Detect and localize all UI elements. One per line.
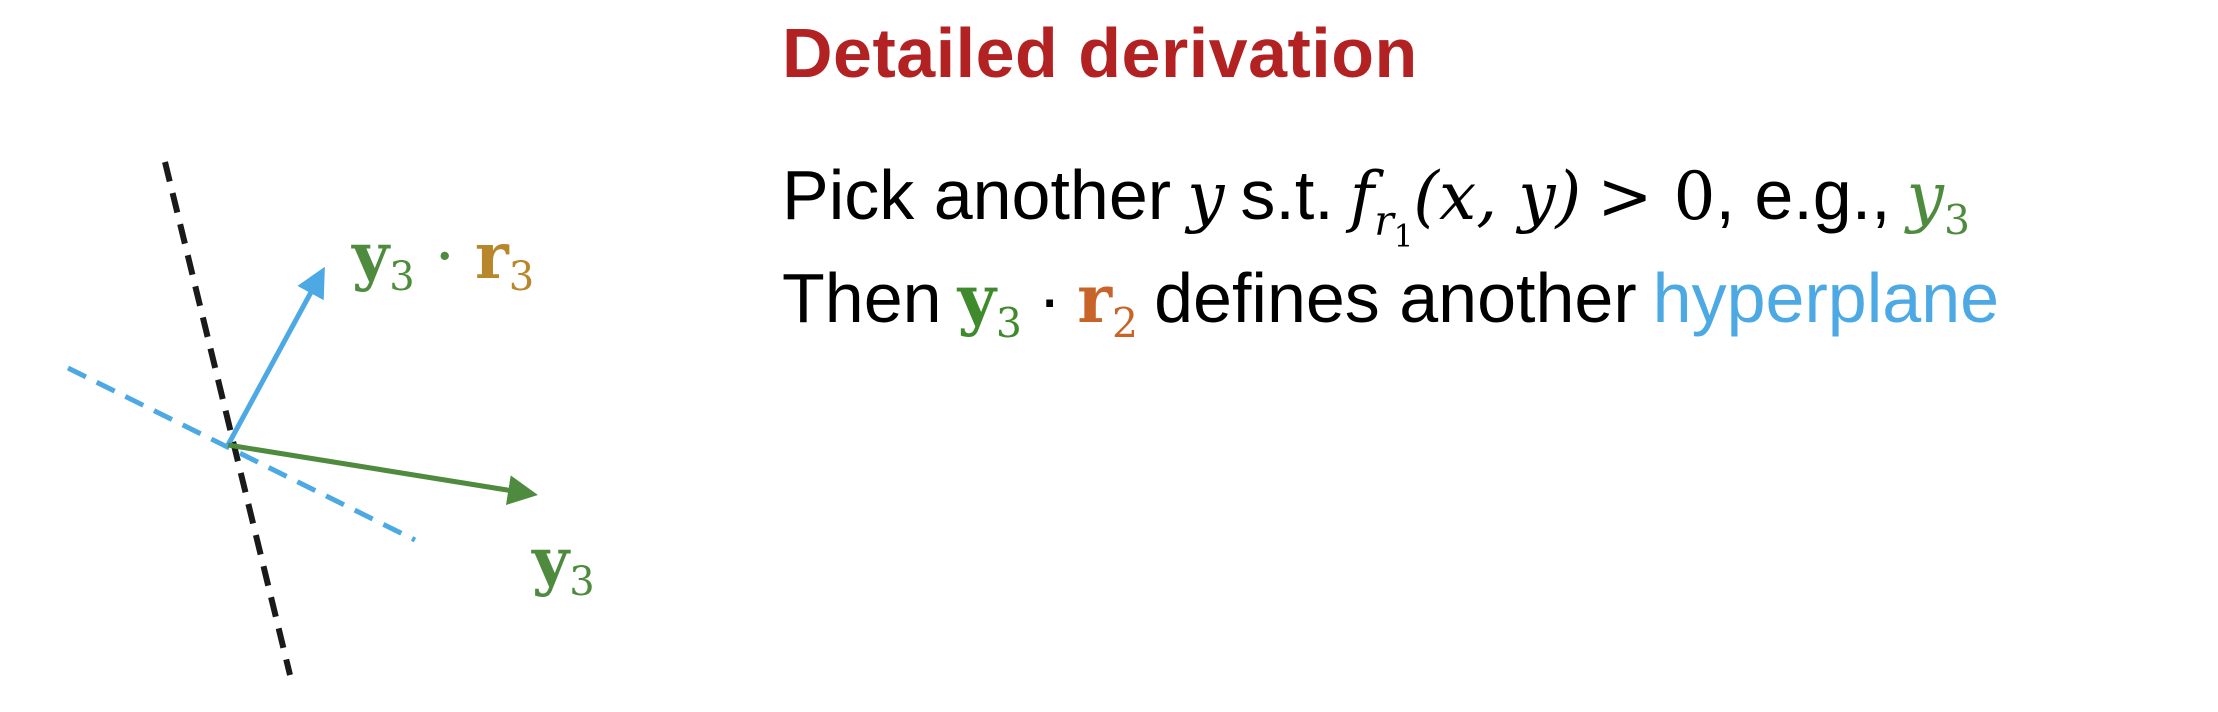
dot-operator: · <box>1037 259 1062 337</box>
text-pick-another: Pick another <box>782 156 1172 234</box>
math-example-y: y <box>1906 158 1944 235</box>
blue-dashed-hyperplane <box>66 365 417 543</box>
math-f: fr1 <box>1349 158 1414 252</box>
vec-y: y <box>957 260 996 338</box>
black-dashed-hyperplane <box>162 161 293 676</box>
vec-r-sub: 2 <box>1112 299 1139 348</box>
statement-line-1: Pick another y s.t. fr1(x, y) > 0, e.g., y3 <box>782 145 1970 252</box>
math-gt-zero: > 0 <box>1597 158 1716 235</box>
slide-title: Detailed derivation <box>782 14 1418 92</box>
text-st: s.t. <box>1240 156 1334 234</box>
math-f-sub: r <box>1374 196 1394 245</box>
text-eg: , e.g., <box>1715 156 1891 234</box>
math-example-y3: y3 <box>1906 158 1970 241</box>
label-bottom-y-sub: 3 <box>569 559 594 605</box>
label-top-dot: · <box>435 220 455 294</box>
label-top-y: y <box>351 219 391 294</box>
hyperplane-diagram: y3 · r3 y3 <box>66 161 595 676</box>
vec-r: r <box>1077 260 1113 338</box>
label-top-r: r <box>475 219 510 294</box>
label-y3-dot-r3: y3 · r3 <box>351 219 534 300</box>
vec-y-sub: 3 <box>995 299 1022 348</box>
math-f-symbol: f <box>1349 158 1375 235</box>
label-top-y-sub: 3 <box>389 254 414 300</box>
math-example-sub: 3 <box>1943 196 1970 245</box>
text-defines-another: defines another <box>1154 259 1637 337</box>
text-hyperplane: hyperplane <box>1652 259 2000 337</box>
math-var-y: y <box>1187 158 1225 235</box>
label-bottom-y: y <box>531 524 571 599</box>
label-y3: y3 <box>531 524 595 605</box>
text-then: Then <box>782 259 942 337</box>
blue-normal-arrow <box>225 266 325 447</box>
statement-line-2: Then y3 · r2 defines another hyperplane <box>782 248 1999 349</box>
math-args: (x, y) <box>1413 158 1582 235</box>
vec-r2: r2 <box>1077 260 1138 344</box>
vec-y3: y3 <box>957 260 1022 344</box>
label-top-r-sub: 3 <box>509 254 534 300</box>
